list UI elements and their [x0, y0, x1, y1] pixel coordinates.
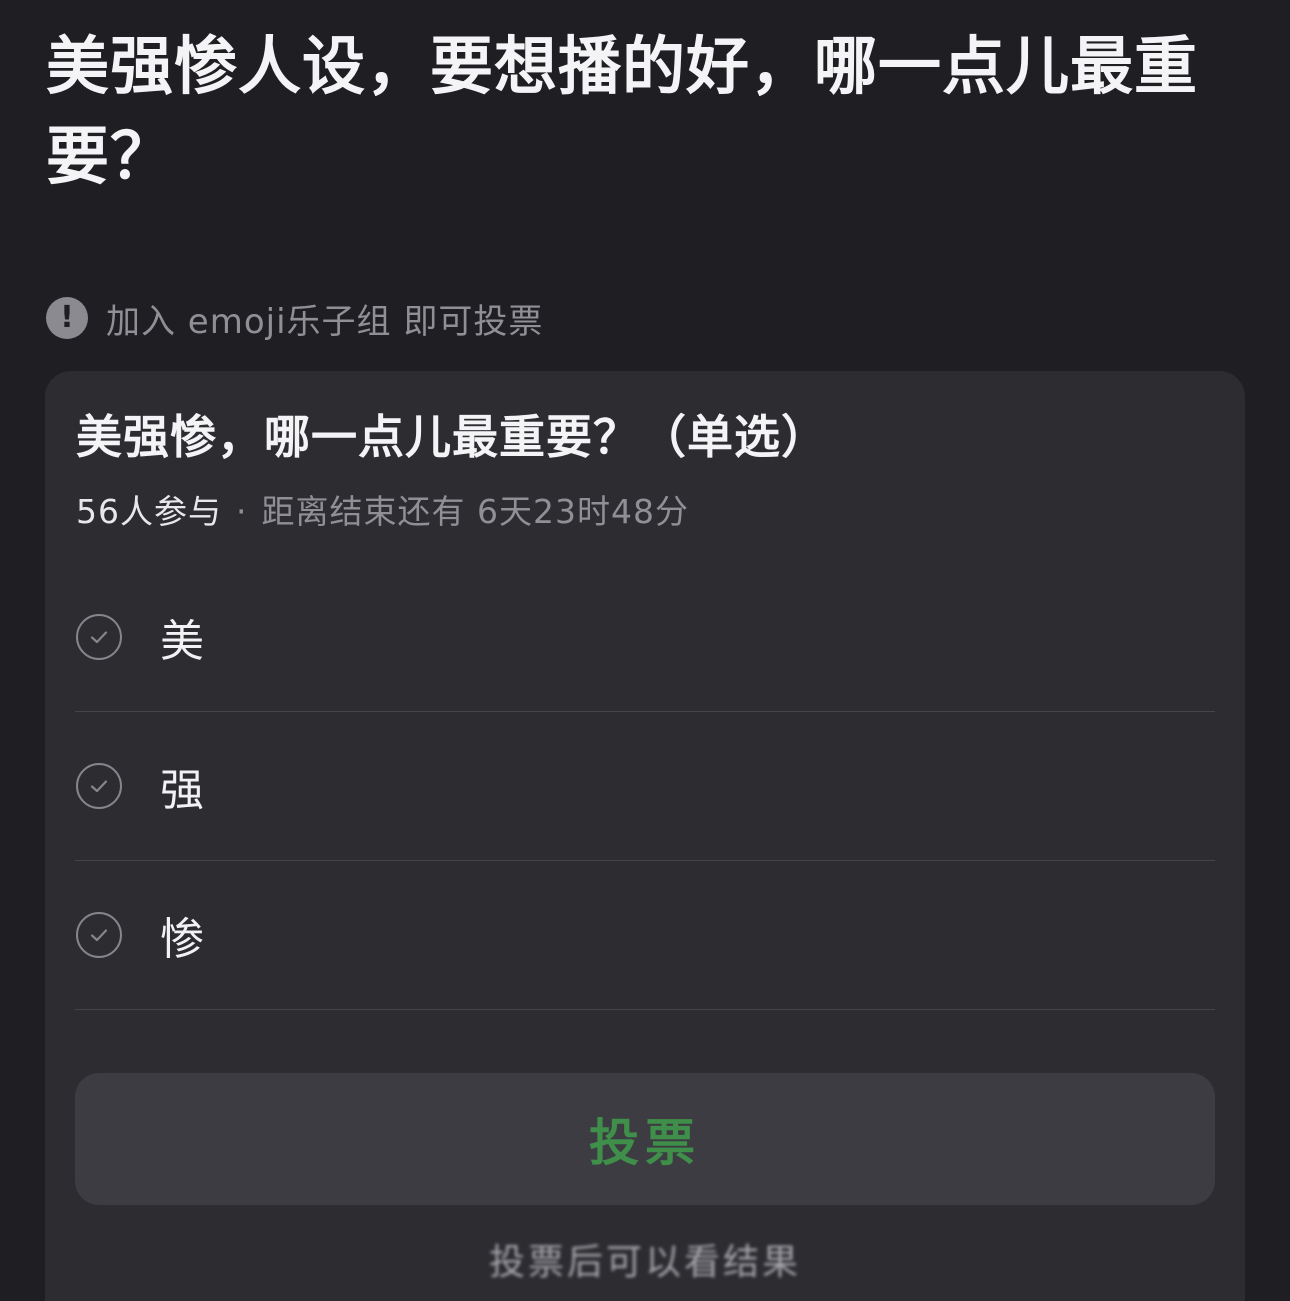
- page-title: 美强惨人设，要想播的好，哪一点儿最重要？: [46, 30, 1198, 193]
- poll-option-can[interactable]: 惨: [75, 861, 1215, 1010]
- poll-options: 美 强 惨: [75, 563, 1215, 1010]
- check-circle-icon[interactable]: [76, 912, 122, 958]
- vote-button-label: 投票: [589, 1114, 701, 1172]
- meta-separator: ·: [236, 492, 248, 531]
- poll-card: 美强惨，哪一点儿最重要？（单选） 56人参与 · 距离结束还有 6天23时48分 美…: [45, 371, 1245, 1301]
- result-hint: 投票后可以看结果: [488, 1242, 801, 1283]
- poll-option-label: 美: [160, 616, 204, 667]
- poll-option-qiang[interactable]: 强: [75, 712, 1215, 861]
- participant-count: 56人参与: [76, 492, 222, 531]
- poll-option-label: 惨: [160, 914, 204, 965]
- poll-question: 美强惨，哪一点儿最重要？（单选）: [76, 410, 828, 464]
- exclamation-circle-icon: !: [46, 297, 88, 339]
- poll-option-mei[interactable]: 美: [75, 563, 1215, 712]
- check-circle-icon[interactable]: [76, 763, 122, 809]
- check-circle-icon[interactable]: [76, 614, 122, 660]
- poll-meta: 56人参与 · 距离结束还有 6天23时48分: [76, 489, 689, 535]
- join-notice: ! 加入 emoji乐子组 即可投票: [46, 292, 543, 344]
- time-remaining: 距离结束还有 6天23时48分: [261, 492, 689, 531]
- vote-button[interactable]: 投票: [75, 1073, 1215, 1205]
- join-notice-text: 加入 emoji乐子组 即可投票: [106, 301, 544, 342]
- poll-option-label: 强: [160, 765, 204, 816]
